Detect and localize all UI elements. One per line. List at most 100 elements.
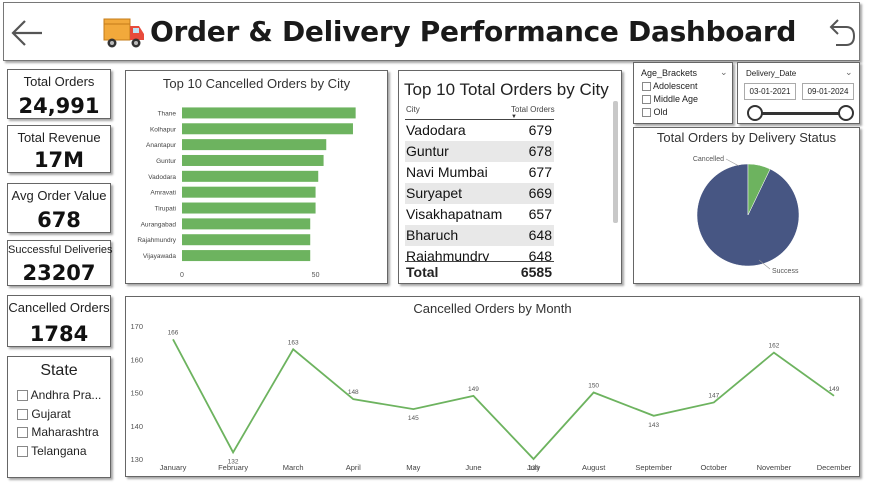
- range-start-handle[interactable]: [747, 105, 763, 121]
- bar: [182, 170, 319, 182]
- bar-category-label: Guntur: [156, 158, 177, 165]
- series-line: [172, 338, 835, 461]
- state-slicer-title: State: [40, 362, 78, 379]
- state-option[interactable]: Gujarat: [17, 407, 71, 421]
- state-option[interactable]: Andhra Pra...: [17, 388, 101, 402]
- x-tick-label: January: [160, 463, 187, 472]
- end-date-input[interactable]: 09-01-2024: [802, 83, 854, 100]
- chevron-down-icon[interactable]: ⌄: [720, 67, 728, 78]
- undo-arrow-icon[interactable]: [824, 17, 856, 49]
- table-row[interactable]: Suryapet 669: [405, 183, 554, 204]
- bar: [182, 139, 327, 151]
- data-label: 147: [708, 392, 719, 399]
- kpi-value: 24,991: [18, 94, 100, 118]
- delivery-status-chart: Total Orders by Delivery Status Cancelle…: [633, 127, 860, 284]
- bar-category-label: Anantapur: [146, 142, 177, 149]
- state-option-label: Andhra Pra...: [30, 388, 102, 402]
- bar-category-label: Rajahmundry: [137, 237, 176, 244]
- table-header-city[interactable]: City: [406, 105, 420, 114]
- checkbox[interactable]: [17, 446, 28, 458]
- table-row[interactable]: Rajahmundry 648: [405, 246, 554, 261]
- line-chart-canvas: 1301401501601701661321631481451491301501…: [130, 322, 852, 472]
- bar-category-label: Vadodara: [148, 174, 176, 181]
- age-option-label: Old: [653, 107, 668, 117]
- age-slicer: Age_Brackets ⌄ Adolescent Middle Age Old: [633, 62, 733, 124]
- bar-category-label: Tirupati: [155, 206, 176, 213]
- leader-line: [725, 158, 740, 167]
- checkbox[interactable]: [17, 390, 28, 402]
- bar: [182, 186, 316, 198]
- kpi-total-revenue: Total Revenue 17M: [7, 125, 111, 173]
- arrow-left-icon[interactable]: [10, 19, 44, 47]
- date-slicer: Delivery_Date ⌄ 03-01-2021 09-01-2024: [737, 62, 860, 124]
- data-label: 162: [768, 343, 779, 350]
- x-tick-label: October: [700, 463, 727, 472]
- age-option[interactable]: Middle Age: [642, 94, 699, 105]
- pie-chart-canvas: Cancelled Success: [693, 156, 800, 275]
- bar: [182, 107, 356, 119]
- kpi-value: 23207: [22, 261, 96, 285]
- kpi-label: Successful Deliveries: [8, 244, 113, 256]
- pie-label-cancelled: Cancelled: [693, 156, 724, 163]
- data-label: 145: [408, 415, 419, 422]
- kpi-value: 678: [37, 208, 81, 232]
- start-date-input[interactable]: 03-01-2021: [744, 83, 796, 100]
- checkbox[interactable]: [17, 427, 28, 439]
- bar: [182, 218, 311, 230]
- state-option[interactable]: Telangana: [17, 444, 87, 458]
- y-tick-label: 150: [130, 389, 143, 398]
- date-slicer-title: Delivery_Date: [746, 69, 797, 78]
- age-option-label: Adolescent: [653, 81, 698, 91]
- table-total-value: 6585: [520, 264, 552, 280]
- table-row[interactable]: Guntur 678: [405, 141, 554, 162]
- kpi-label: Total Revenue: [17, 130, 101, 145]
- x-tick-label: February: [218, 463, 248, 472]
- page-title: Order & Delivery Performance Dashboard: [150, 15, 797, 48]
- age-slicer-title: Age_Brackets: [641, 68, 698, 78]
- kpi-successful-deliveries: Successful Deliveries 23207: [7, 240, 113, 286]
- bar-chart-canvas: Thane Kolhapur Anantapur Guntur Vadodara Amra…: [137, 107, 356, 279]
- age-option-label: Middle Age: [653, 94, 699, 104]
- kpi-label: Total Orders: [23, 74, 95, 89]
- checkbox[interactable]: [17, 409, 28, 421]
- kpi-label: Cancelled Orders: [8, 300, 110, 315]
- y-tick-label: 130: [130, 455, 143, 464]
- x-tick-label: 0: [180, 272, 184, 279]
- data-label: 149: [468, 386, 479, 393]
- data-label: 163: [288, 339, 299, 346]
- y-tick-label: 140: [130, 422, 143, 431]
- chevron-down-icon[interactable]: ⌄: [845, 67, 853, 78]
- age-option[interactable]: Adolescent: [642, 81, 698, 92]
- bar: [182, 250, 311, 262]
- state-slicer: State Andhra Pra... Gujarat Maharashtra …: [7, 356, 111, 478]
- table-row[interactable]: Vadodara 679: [405, 120, 554, 141]
- kpi-cancelled-orders: Cancelled Orders 1784: [7, 295, 111, 347]
- kpi-avg-order-value: Avg Order Value 678: [7, 183, 111, 233]
- table-row[interactable]: Bharuch 648: [405, 225, 554, 246]
- data-label: 143: [648, 422, 659, 429]
- x-tick-label: September: [635, 463, 672, 472]
- x-tick-label: November: [757, 463, 792, 472]
- delivery-truck-icon: [103, 18, 144, 48]
- bar-category-label: Vijayawada: [143, 253, 177, 260]
- kpi-value: 17M: [33, 148, 85, 172]
- table-row[interactable]: Visakhapatnam 657: [405, 204, 554, 225]
- y-tick-label: 160: [130, 355, 143, 364]
- checkbox[interactable]: [642, 82, 651, 92]
- checkbox[interactable]: [642, 95, 651, 105]
- kpi-value: 1784: [29, 322, 89, 346]
- range-end-handle[interactable]: [838, 105, 854, 121]
- table-total-label: Total: [406, 264, 439, 280]
- bar-category-label: Amravati: [150, 190, 176, 197]
- bar: [182, 154, 324, 166]
- y-tick-label: 170: [130, 322, 143, 331]
- table-row[interactable]: Navi Mumbai 677: [405, 162, 554, 183]
- age-option[interactable]: Old: [642, 107, 668, 118]
- x-tick-label: June: [465, 463, 481, 472]
- bar-category-label: Thane: [158, 110, 177, 117]
- checkbox[interactable]: [642, 108, 651, 118]
- table-header-total-orders[interactable]: Total Orders: [511, 105, 555, 114]
- x-tick-label: December: [817, 463, 852, 472]
- x-tick-label: 50: [312, 272, 320, 279]
- state-option[interactable]: Maharashtra: [17, 425, 99, 439]
